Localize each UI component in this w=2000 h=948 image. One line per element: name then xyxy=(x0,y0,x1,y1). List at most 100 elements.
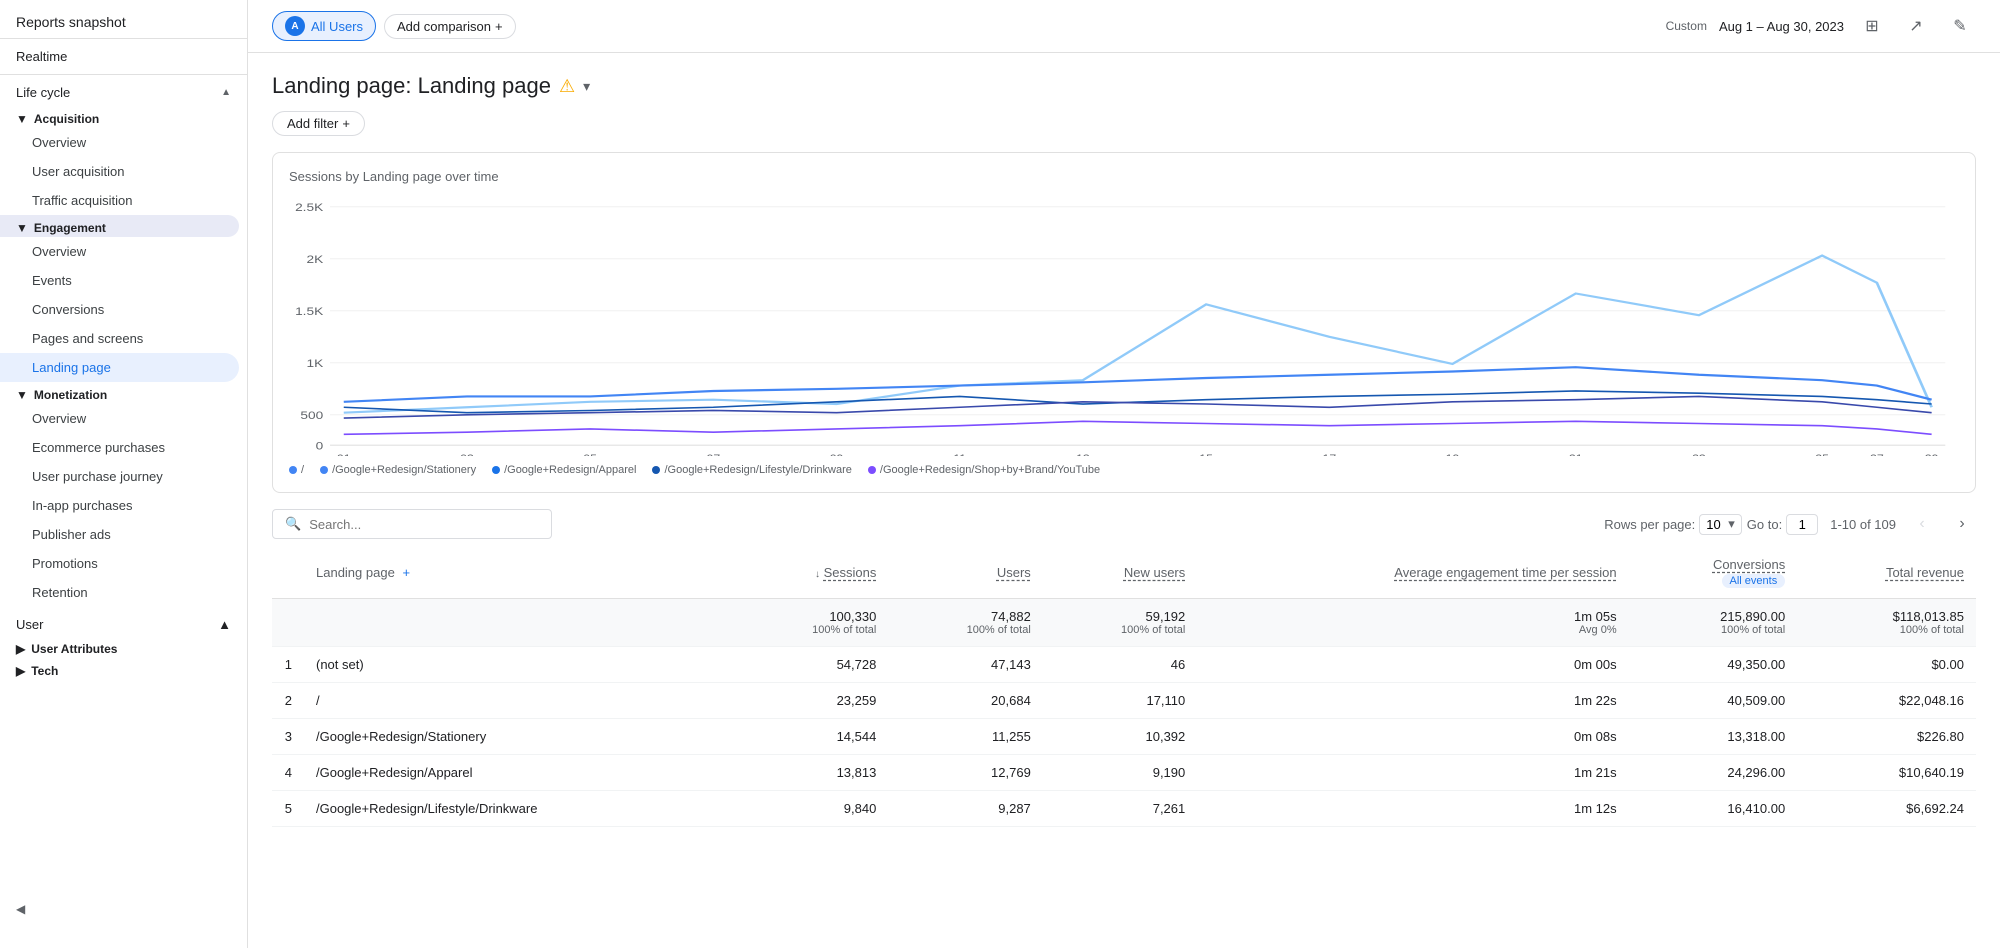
row-total-revenue: $226.80 xyxy=(1797,719,1976,755)
legend-item-youtube: /Google+Redesign/Shop+by+Brand/YouTube xyxy=(868,464,1100,476)
row-users: 20,684 xyxy=(888,683,1042,719)
svg-text:11: 11 xyxy=(953,454,966,456)
monetization-overview-label: Overview xyxy=(32,411,86,426)
search-box[interactable]: 🔍 xyxy=(272,509,552,539)
sidebar-item-traffic-acquisition[interactable]: Traffic acquisition xyxy=(0,186,239,215)
sidebar-item-pages-screens[interactable]: Pages and screens xyxy=(0,324,239,353)
title-dropdown-icon[interactable]: ▾ xyxy=(583,78,590,95)
user-section[interactable]: User ▲ xyxy=(0,607,247,636)
all-events-badge[interactable]: All events xyxy=(1722,574,1786,588)
sidebar-item-publisher-ads[interactable]: Publisher ads xyxy=(0,520,239,549)
engagement-expand-icon: ▼ xyxy=(16,221,28,235)
ecommerce-label: Ecommerce purchases xyxy=(32,440,165,455)
sidebar-item-engagement-overview[interactable]: Overview xyxy=(0,237,239,266)
th-users[interactable]: Users xyxy=(888,547,1042,599)
sidebar-item-ecommerce[interactable]: Ecommerce purchases xyxy=(0,433,239,462)
add-filter-label: Add filter xyxy=(287,116,338,131)
prev-page-button[interactable]: ‹ xyxy=(1908,510,1936,538)
lifecycle-label: Life cycle xyxy=(16,85,70,100)
rows-per-page-select[interactable]: 10 25 50 xyxy=(1699,514,1742,535)
next-page-button[interactable]: › xyxy=(1948,510,1976,538)
th-sessions[interactable]: ↓ Sessions xyxy=(734,547,888,599)
svg-text:1K: 1K xyxy=(306,358,324,370)
sidebar-item-events[interactable]: Events xyxy=(0,266,239,295)
data-table: Landing page + ↓ Sessions Users New user… xyxy=(272,547,1976,827)
search-input[interactable] xyxy=(309,517,539,532)
table-row: 2 / 23,259 20,684 17,110 1m 22s 40,509.0… xyxy=(272,683,1976,719)
plus-icon: + xyxy=(495,19,503,34)
engagement-group[interactable]: ▼ Engagement xyxy=(0,215,239,237)
monetization-group[interactable]: ▼ Monetization xyxy=(0,382,247,404)
row-total-revenue: $6,692.24 xyxy=(1797,791,1976,827)
row-new-users: 10,392 xyxy=(1043,719,1197,755)
sidebar-item-user-purchase-journey[interactable]: User purchase journey xyxy=(0,462,239,491)
row-new-users: 9,190 xyxy=(1043,755,1197,791)
user-attributes-expand-icon: ▶ xyxy=(16,642,25,656)
sidebar-item-promotions[interactable]: Promotions xyxy=(0,549,239,578)
add-comparison-button[interactable]: Add comparison + xyxy=(384,14,516,39)
user-attributes-group[interactable]: ▶ User Attributes xyxy=(0,636,247,658)
page-title-row: Landing page: Landing page ⚠ ▾ xyxy=(272,73,1976,99)
table-row: 3 /Google+Redesign/Stationery 14,544 11,… xyxy=(272,719,1976,755)
svg-text:1.5K: 1.5K xyxy=(295,306,324,318)
customize-report-icon[interactable]: ⊞ xyxy=(1856,10,1888,42)
sidebar-item-user-acquisition[interactable]: User acquisition xyxy=(0,157,239,186)
legend-label-drinkware: /Google+Redesign/Lifestyle/Drinkware xyxy=(664,464,851,476)
total-sessions: 100,330 100% of total xyxy=(734,599,888,647)
acquisition-group[interactable]: ▼ Acquisition xyxy=(0,106,247,128)
row-sessions: 54,728 xyxy=(734,647,888,683)
all-users-chip[interactable]: A All Users xyxy=(272,11,376,41)
svg-text:07: 07 xyxy=(707,454,721,456)
row-sessions: 9,840 xyxy=(734,791,888,827)
legend-dot-drinkware xyxy=(652,466,660,474)
acquisition-overview-label: Overview xyxy=(32,135,86,150)
sidebar-item-retention[interactable]: Retention xyxy=(0,578,239,607)
legend-item-drinkware: /Google+Redesign/Lifestyle/Drinkware xyxy=(652,464,851,476)
retention-label: Retention xyxy=(32,585,88,600)
share-icon[interactable]: ↗ xyxy=(1900,10,1932,42)
date-range[interactable]: Aug 1 – Aug 30, 2023 xyxy=(1719,19,1844,34)
sidebar-realtime[interactable]: Realtime xyxy=(0,39,247,75)
row-avg-engagement: 0m 00s xyxy=(1197,647,1628,683)
th-conversions[interactable]: Conversions All events xyxy=(1629,547,1798,599)
collapse-button[interactable]: ◀ xyxy=(0,890,247,928)
sidebar-item-inapp-purchases[interactable]: In-app purchases xyxy=(0,491,239,520)
user-section-label: User xyxy=(16,617,43,632)
add-filter-button[interactable]: Add filter + xyxy=(272,111,365,136)
row-avg-engagement: 0m 08s xyxy=(1197,719,1628,755)
sidebar-item-conversions[interactable]: Conversions xyxy=(0,295,239,324)
row-conversions: 13,318.00 xyxy=(1629,719,1798,755)
svg-text:25: 25 xyxy=(1815,454,1829,456)
sidebar-item-acquisition-overview[interactable]: Overview xyxy=(0,128,239,157)
total-row-num xyxy=(272,599,304,647)
sidebar-item-landing-page[interactable]: Landing page xyxy=(0,353,239,382)
total-sessions-value: 100,330 xyxy=(746,609,876,624)
page-goto-input[interactable] xyxy=(1786,514,1818,535)
total-revenue: $118,013.85 100% of total xyxy=(1797,599,1976,647)
row-new-users: 17,110 xyxy=(1043,683,1197,719)
total-conversions: 215,890.00 100% of total xyxy=(1629,599,1798,647)
th-avg-engagement[interactable]: Average engagement time per session xyxy=(1197,547,1628,599)
sidebar-item-monetization-overview[interactable]: Overview xyxy=(0,404,239,433)
more-options-icon[interactable]: ✎ xyxy=(1944,10,1976,42)
row-total-revenue: $22,048.16 xyxy=(1797,683,1976,719)
th-new-users[interactable]: New users xyxy=(1043,547,1197,599)
all-users-label: All Users xyxy=(311,19,363,34)
lifecycle-section[interactable]: Life cycle ▲ xyxy=(0,75,247,106)
user-purchase-journey-label: User purchase journey xyxy=(32,469,163,484)
topbar: A All Users Add comparison + Custom Aug … xyxy=(248,0,2000,53)
chart-container: 2.5K 2K 1.5K 1K 500 0 01 Aug 03 05 07 09… xyxy=(289,196,1959,456)
totals-row: 100,330 100% of total 74,882 100% of tot… xyxy=(272,599,1976,647)
row-conversions: 24,296.00 xyxy=(1629,755,1798,791)
column-plus-icon[interactable]: + xyxy=(402,565,410,580)
svg-text:19: 19 xyxy=(1446,454,1460,456)
svg-text:05: 05 xyxy=(583,454,597,456)
th-total-revenue[interactable]: Total revenue xyxy=(1797,547,1976,599)
row-avg-engagement: 1m 12s xyxy=(1197,791,1628,827)
row-landing-page: /Google+Redesign/Stationery xyxy=(304,719,734,755)
tech-group[interactable]: ▶ Tech xyxy=(0,658,247,680)
legend-item-apparel: /Google+Redesign/Apparel xyxy=(492,464,636,476)
total-landing-page xyxy=(304,599,734,647)
row-landing-page: /Google+Redesign/Apparel xyxy=(304,755,734,791)
rows-per-page-label: Rows per page: xyxy=(1604,517,1695,532)
